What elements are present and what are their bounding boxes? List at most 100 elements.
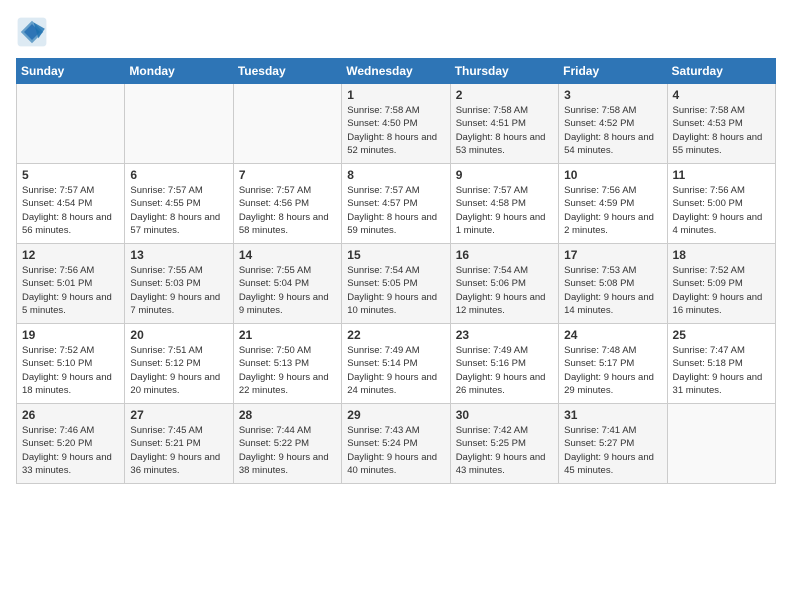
day-cell: 11Sunrise: 7:56 AM Sunset: 5:00 PM Dayli… bbox=[667, 164, 775, 244]
day-info: Sunrise: 7:55 AM Sunset: 5:03 PM Dayligh… bbox=[130, 264, 227, 317]
day-info: Sunrise: 7:58 AM Sunset: 4:50 PM Dayligh… bbox=[347, 104, 444, 157]
day-info: Sunrise: 7:50 AM Sunset: 5:13 PM Dayligh… bbox=[239, 344, 336, 397]
day-info: Sunrise: 7:57 AM Sunset: 4:57 PM Dayligh… bbox=[347, 184, 444, 237]
day-number: 3 bbox=[564, 88, 661, 102]
day-number: 12 bbox=[22, 248, 119, 262]
day-number: 24 bbox=[564, 328, 661, 342]
day-cell: 12 Sunrise: 7:56 AM Sunset: 5:01 PM Dayli… bbox=[17, 244, 125, 324]
day-header: Friday bbox=[559, 59, 667, 84]
day-cell: 1 Sunrise: 7:58 AM Sunset: 4:50 PM Daylig… bbox=[342, 84, 450, 164]
day-number: 17 bbox=[564, 248, 661, 262]
day-cell: 13 Sunrise: 7:55 AM Sunset: 5:03 PM Dayli… bbox=[125, 244, 233, 324]
day-cell: 22 Sunrise: 7:49 AM Sunset: 5:14 PM Dayli… bbox=[342, 324, 450, 404]
day-number: 22 bbox=[347, 328, 444, 342]
day-info: Sunrise: 7:54 AM Sunset: 5:05 PM Dayligh… bbox=[347, 264, 444, 317]
day-cell: 5 Sunrise: 7:57 AM Sunset: 4:54 PM Daylig… bbox=[17, 164, 125, 244]
day-info: Sunrise: 7:42 AM Sunset: 5:25 PM Dayligh… bbox=[456, 424, 553, 477]
day-info: Sunrise: 7:58 AM Sunset: 4:53 PM Dayligh… bbox=[673, 104, 770, 157]
day-cell: 4 Sunrise: 7:58 AM Sunset: 4:53 PM Daylig… bbox=[667, 84, 775, 164]
day-header: Thursday bbox=[450, 59, 558, 84]
day-cell: 31Sunrise: 7:41 AM Sunset: 5:27 PM Dayli… bbox=[559, 404, 667, 484]
day-cell: 16Sunrise: 7:54 AM Sunset: 5:06 PM Dayli… bbox=[450, 244, 558, 324]
day-header: Wednesday bbox=[342, 59, 450, 84]
week-row: 1 Sunrise: 7:58 AM Sunset: 4:50 PM Daylig… bbox=[17, 84, 776, 164]
day-info: Sunrise: 7:55 AM Sunset: 5:04 PM Dayligh… bbox=[239, 264, 336, 317]
day-cell: 21Sunrise: 7:50 AM Sunset: 5:13 PM Dayli… bbox=[233, 324, 341, 404]
day-info: Sunrise: 7:56 AM Sunset: 5:01 PM Dayligh… bbox=[22, 264, 119, 317]
day-cell: 23 Sunrise: 7:49 AM Sunset: 5:16 PM Dayli… bbox=[450, 324, 558, 404]
day-header: Sunday bbox=[17, 59, 125, 84]
day-cell: 26 Sunrise: 7:46 AM Sunset: 5:20 PM Dayli… bbox=[17, 404, 125, 484]
day-info: Sunrise: 7:57 AM Sunset: 4:54 PM Dayligh… bbox=[22, 184, 119, 237]
day-info: Sunrise: 7:58 AM Sunset: 4:51 PM Dayligh… bbox=[456, 104, 553, 157]
day-number: 28 bbox=[239, 408, 336, 422]
header-row: SundayMondayTuesdayWednesdayThursdayFrid… bbox=[17, 59, 776, 84]
day-cell: 28 Sunrise: 7:44 AM Sunset: 5:22 PM Dayli… bbox=[233, 404, 341, 484]
day-info: Sunrise: 7:49 AM Sunset: 5:14 PM Dayligh… bbox=[347, 344, 444, 397]
day-cell: 2 Sunrise: 7:58 AM Sunset: 4:51 PM Daylig… bbox=[450, 84, 558, 164]
day-number: 6 bbox=[130, 168, 227, 182]
day-number: 14 bbox=[239, 248, 336, 262]
day-number: 23 bbox=[456, 328, 553, 342]
day-number: 7 bbox=[239, 168, 336, 182]
day-info: Sunrise: 7:54 AM Sunset: 5:06 PM Dayligh… bbox=[456, 264, 553, 317]
day-info: Sunrise: 7:44 AM Sunset: 5:22 PM Dayligh… bbox=[239, 424, 336, 477]
day-cell: 30Sunrise: 7:42 AM Sunset: 5:25 PM Dayli… bbox=[450, 404, 558, 484]
day-info: Sunrise: 7:53 AM Sunset: 5:08 PM Dayligh… bbox=[564, 264, 661, 317]
day-cell: 20 Sunrise: 7:51 AM Sunset: 5:12 PM Dayli… bbox=[125, 324, 233, 404]
day-cell: 18 Sunrise: 7:52 AM Sunset: 5:09 PM Dayli… bbox=[667, 244, 775, 324]
day-info: Sunrise: 7:57 AM Sunset: 4:56 PM Dayligh… bbox=[239, 184, 336, 237]
day-info: Sunrise: 7:57 AM Sunset: 4:55 PM Dayligh… bbox=[130, 184, 227, 237]
day-cell: 17 Sunrise: 7:53 AM Sunset: 5:08 PM Dayli… bbox=[559, 244, 667, 324]
day-cell: 14 Sunrise: 7:55 AM Sunset: 5:04 PM Dayli… bbox=[233, 244, 341, 324]
day-number: 13 bbox=[130, 248, 227, 262]
day-info: Sunrise: 7:51 AM Sunset: 5:12 PM Dayligh… bbox=[130, 344, 227, 397]
week-row: 5 Sunrise: 7:57 AM Sunset: 4:54 PM Daylig… bbox=[17, 164, 776, 244]
day-info: Sunrise: 7:58 AM Sunset: 4:52 PM Dayligh… bbox=[564, 104, 661, 157]
day-number: 29 bbox=[347, 408, 444, 422]
day-number: 1 bbox=[347, 88, 444, 102]
day-info: Sunrise: 7:49 AM Sunset: 5:16 PM Dayligh… bbox=[456, 344, 553, 397]
day-cell bbox=[233, 84, 341, 164]
day-number: 10 bbox=[564, 168, 661, 182]
day-number: 11 bbox=[673, 168, 770, 182]
day-header: Saturday bbox=[667, 59, 775, 84]
day-number: 20 bbox=[130, 328, 227, 342]
page: SundayMondayTuesdayWednesdayThursdayFrid… bbox=[0, 0, 792, 612]
day-cell: 19Sunrise: 7:52 AM Sunset: 5:10 PM Dayli… bbox=[17, 324, 125, 404]
logo-icon bbox=[16, 16, 48, 48]
day-info: Sunrise: 7:52 AM Sunset: 5:09 PM Dayligh… bbox=[673, 264, 770, 317]
day-cell: 3 Sunrise: 7:58 AM Sunset: 4:52 PM Daylig… bbox=[559, 84, 667, 164]
day-info: Sunrise: 7:52 AM Sunset: 5:10 PM Dayligh… bbox=[22, 344, 119, 397]
day-info: Sunrise: 7:45 AM Sunset: 5:21 PM Dayligh… bbox=[130, 424, 227, 477]
day-number: 26 bbox=[22, 408, 119, 422]
day-number: 9 bbox=[456, 168, 553, 182]
day-info: Sunrise: 7:46 AM Sunset: 5:20 PM Dayligh… bbox=[22, 424, 119, 477]
day-cell: 24 Sunrise: 7:48 AM Sunset: 5:17 PM Dayli… bbox=[559, 324, 667, 404]
day-info: Sunrise: 7:57 AM Sunset: 4:58 PM Dayligh… bbox=[456, 184, 553, 237]
day-cell: 25 Sunrise: 7:47 AM Sunset: 5:18 PM Dayli… bbox=[667, 324, 775, 404]
day-number: 4 bbox=[673, 88, 770, 102]
day-cell: 10Sunrise: 7:56 AM Sunset: 4:59 PM Dayli… bbox=[559, 164, 667, 244]
day-info: Sunrise: 7:48 AM Sunset: 5:17 PM Dayligh… bbox=[564, 344, 661, 397]
week-row: 26 Sunrise: 7:46 AM Sunset: 5:20 PM Dayli… bbox=[17, 404, 776, 484]
day-number: 25 bbox=[673, 328, 770, 342]
day-cell: 7 Sunrise: 7:57 AM Sunset: 4:56 PM Daylig… bbox=[233, 164, 341, 244]
day-cell: 29 Sunrise: 7:43 AM Sunset: 5:24 PM Dayli… bbox=[342, 404, 450, 484]
day-cell bbox=[17, 84, 125, 164]
day-header: Tuesday bbox=[233, 59, 341, 84]
day-cell: 27 Sunrise: 7:45 AM Sunset: 5:21 PM Dayli… bbox=[125, 404, 233, 484]
day-number: 5 bbox=[22, 168, 119, 182]
week-row: 19Sunrise: 7:52 AM Sunset: 5:10 PM Dayli… bbox=[17, 324, 776, 404]
day-number: 15 bbox=[347, 248, 444, 262]
day-info: Sunrise: 7:43 AM Sunset: 5:24 PM Dayligh… bbox=[347, 424, 444, 477]
day-number: 8 bbox=[347, 168, 444, 182]
day-cell: 15 Sunrise: 7:54 AM Sunset: 5:05 PM Dayli… bbox=[342, 244, 450, 324]
day-number: 27 bbox=[130, 408, 227, 422]
day-number: 2 bbox=[456, 88, 553, 102]
day-info: Sunrise: 7:47 AM Sunset: 5:18 PM Dayligh… bbox=[673, 344, 770, 397]
day-cell bbox=[667, 404, 775, 484]
day-number: 31 bbox=[564, 408, 661, 422]
day-number: 18 bbox=[673, 248, 770, 262]
day-cell bbox=[125, 84, 233, 164]
